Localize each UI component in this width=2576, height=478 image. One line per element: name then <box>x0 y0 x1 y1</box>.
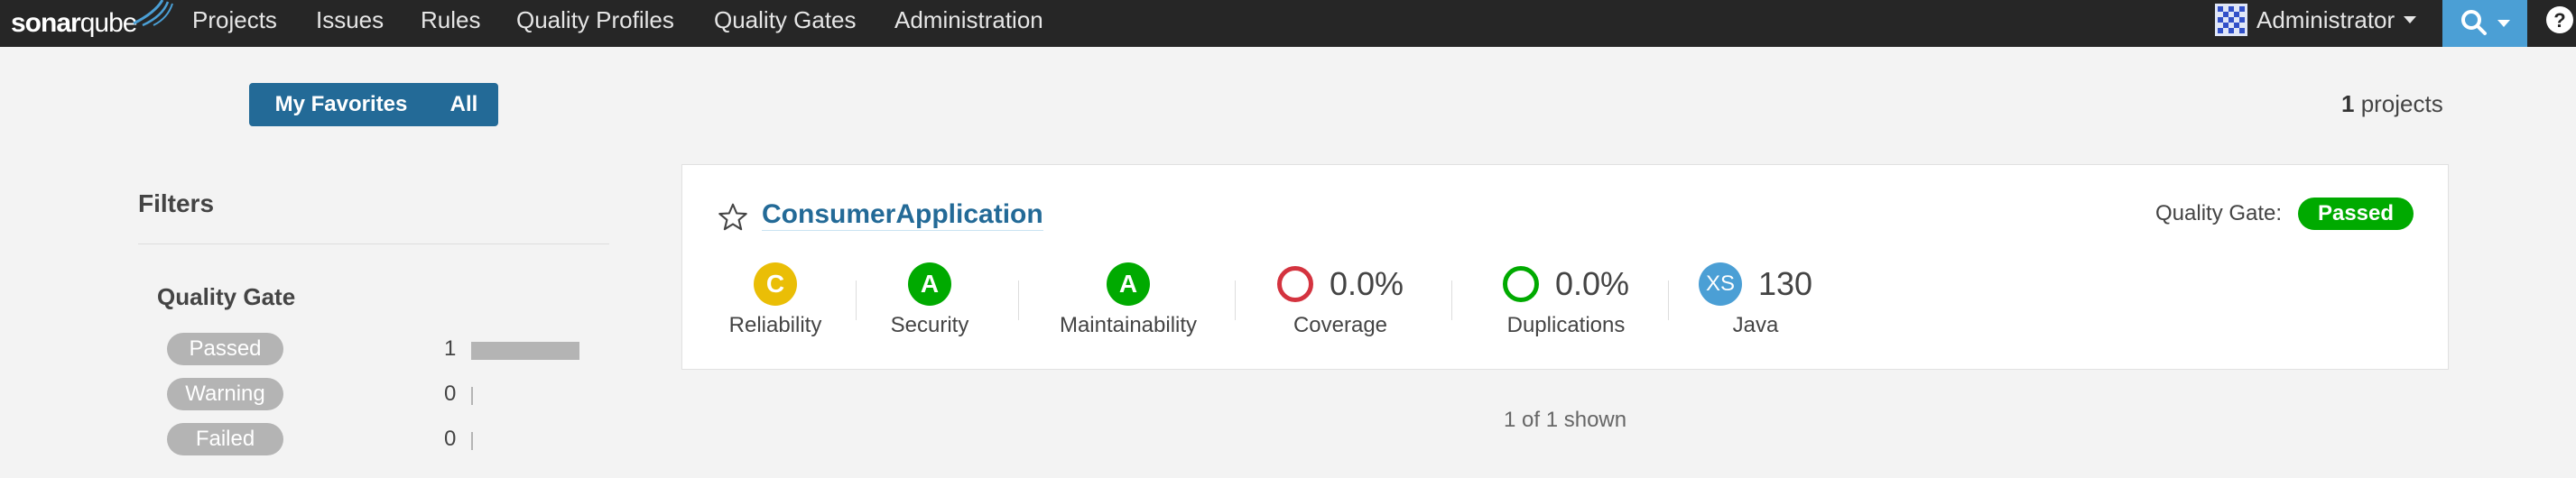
measure-duplications[interactable]: 0.0% Duplications <box>1480 262 1652 338</box>
user-menu[interactable]: Administrator <box>2215 0 2417 40</box>
quality-gate-status-badge: Passed <box>2298 198 2414 230</box>
facet-passed-badge[interactable]: Passed <box>167 333 283 365</box>
maintainability-rating: A <box>1107 262 1150 306</box>
maintainability-label: Maintainability <box>1059 313 1198 337</box>
svg-text:?: ? <box>2553 9 2565 32</box>
top-navbar: sonarqube Projects Issues Rules Quality … <box>0 0 2576 47</box>
user-name: Administrator <box>2256 5 2395 33</box>
measure-security[interactable]: A Security <box>885 262 975 338</box>
facet-failed-bar <box>471 432 473 450</box>
facet-warning-badge[interactable]: Warning <box>167 378 283 410</box>
chevron-down-icon <box>2497 20 2510 27</box>
size-rating-badge: XS <box>1698 262 1742 306</box>
facet-passed-count: 1 <box>444 336 457 361</box>
logo-text-sonar: sonar <box>11 8 81 38</box>
measure-size[interactable]: XS 130 Java <box>1697 262 1814 338</box>
security-rating: A <box>908 262 951 306</box>
duplications-ring-icon <box>1502 266 1539 302</box>
measure-divider <box>856 280 857 320</box>
size-value: 130 <box>1757 265 1813 302</box>
my-favorites-button[interactable]: My Favorites <box>251 85 431 124</box>
search-button[interactable] <box>2442 0 2527 47</box>
nav-quality-gates[interactable]: Quality Gates <box>714 0 857 47</box>
star-icon[interactable] <box>717 201 749 234</box>
coverage-label: Coverage <box>1293 313 1388 337</box>
project-name-link[interactable]: ConsumerApplication <box>762 199 1043 231</box>
sonarqube-logo[interactable]: sonarqube <box>11 0 173 43</box>
duplications-value: 0.0% <box>1554 265 1630 302</box>
facet-warning-count: 0 <box>444 381 457 406</box>
user-avatar <box>2215 4 2247 36</box>
project-card: ConsumerApplication Quality Gate: Passed… <box>681 164 2449 370</box>
measure-divider <box>1451 280 1452 320</box>
favorites-toggle: My Favorites All <box>249 83 498 126</box>
coverage-value: 0.0% <box>1329 265 1404 302</box>
search-icon <box>2461 10 2487 35</box>
measure-divider <box>1018 280 1019 320</box>
nav-administration[interactable]: Administration <box>894 0 1043 47</box>
measure-coverage[interactable]: 0.0% Coverage <box>1264 262 1417 338</box>
facet-failed-badge[interactable]: Failed <box>167 423 283 455</box>
security-label: Security <box>890 313 969 337</box>
filters-title: Filters <box>138 189 215 217</box>
quality-gate-filter-title: Quality Gate <box>157 283 296 310</box>
nav-rules[interactable]: Rules <box>421 0 480 47</box>
reliability-rating: C <box>754 262 797 306</box>
nav-quality-profiles[interactable]: Quality Profiles <box>516 0 674 47</box>
measure-divider <box>1235 280 1236 320</box>
facet-passed-bar <box>471 342 579 360</box>
nav-issues[interactable]: Issues <box>316 0 384 47</box>
projects-count-label: projects <box>2354 90 2443 117</box>
help-button[interactable]: ? <box>2545 5 2574 34</box>
chevron-down-icon <box>2404 16 2417 23</box>
nav-projects[interactable]: Projects <box>192 0 277 47</box>
facet-warning-bar <box>471 387 473 405</box>
sonar-waves-icon <box>133 0 173 27</box>
measure-reliability[interactable]: C Reliability <box>726 262 825 338</box>
shown-count: 1 of 1 shown <box>1504 408 1627 432</box>
reliability-label: Reliability <box>728 313 822 337</box>
size-language-label: Java <box>1732 313 1779 337</box>
all-projects-button[interactable]: All <box>431 85 496 124</box>
coverage-ring-icon <box>1276 266 1313 302</box>
logo-text-qube: qube <box>79 8 138 38</box>
duplications-label: Duplications <box>1506 313 1626 337</box>
quality-gate-label: Quality Gate: <box>2155 201 2283 225</box>
measure-divider <box>1668 280 1669 320</box>
measure-maintainability[interactable]: A Maintainability <box>1047 262 1209 338</box>
facet-failed-count: 0 <box>444 427 457 451</box>
projects-count: 1 projects <box>2341 90 2443 118</box>
projects-count-number: 1 <box>2341 90 2355 117</box>
help-icon: ? <box>2546 6 2573 33</box>
